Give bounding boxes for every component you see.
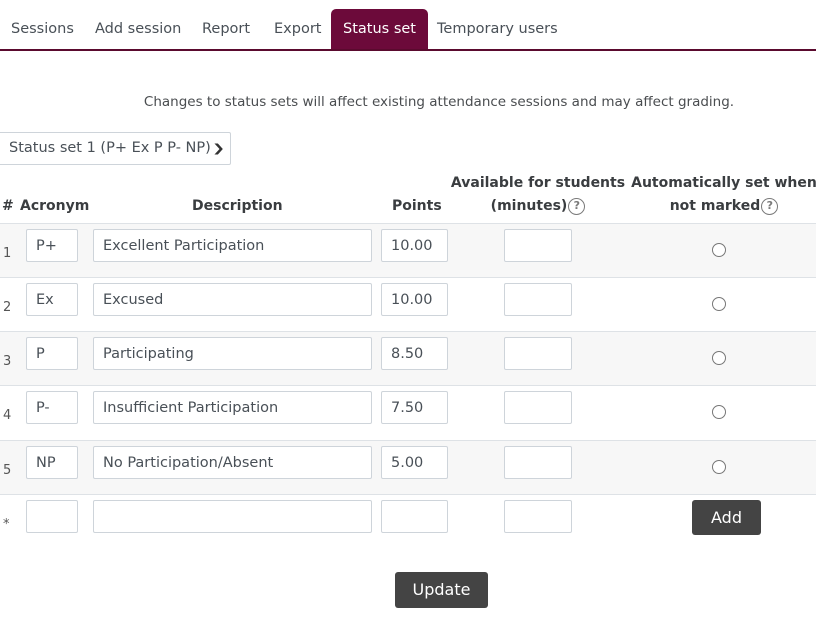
header-auto-set: Automatically set when not marked? [630, 172, 816, 218]
minutes-input[interactable] [504, 337, 572, 370]
points-input[interactable] [381, 446, 448, 479]
acronym-input[interactable] [26, 337, 78, 370]
acronym-input[interactable] [26, 229, 78, 262]
table-row: 4 [0, 385, 816, 439]
row-number: 1 [3, 246, 12, 261]
description-input[interactable] [93, 229, 372, 262]
row-number: 2 [3, 300, 12, 315]
chevron-down-icon: ❯ [211, 142, 225, 155]
add-button[interactable]: Add [692, 500, 761, 535]
description-input[interactable] [93, 391, 372, 424]
header-auto-line2: not marked [669, 198, 761, 214]
auto-set-radio[interactable] [712, 460, 726, 474]
auto-set-radio[interactable] [712, 243, 726, 257]
auto-set-radio[interactable] [712, 297, 726, 311]
status-set-select-value: Status set 1 (P+ Ex P P- NP) [9, 140, 211, 156]
minutes-input[interactable] [504, 283, 572, 316]
help-icon[interactable]: ? [568, 198, 586, 215]
tab-export[interactable]: Export [274, 9, 321, 49]
description-input[interactable] [93, 283, 372, 316]
row-number: 3 [3, 354, 12, 369]
acronym-input[interactable] [26, 391, 78, 424]
row-number: 5 [3, 463, 12, 478]
tab-bar: Sessions Add session Report Export Statu… [0, 0, 816, 51]
description-input[interactable] [93, 337, 372, 370]
table-row: 2 [0, 277, 816, 331]
notice-text: Changes to status sets will affect exist… [143, 94, 735, 110]
table-row: 5 [0, 440, 816, 494]
new-minutes-input[interactable] [504, 500, 572, 533]
row-number: 4 [3, 408, 12, 423]
description-input[interactable] [93, 446, 372, 479]
points-input[interactable] [381, 391, 448, 424]
new-acronym-input[interactable] [26, 500, 78, 533]
points-input[interactable] [381, 229, 448, 262]
table-row: 3 [0, 331, 816, 385]
tab-add-session[interactable]: Add session [95, 9, 181, 49]
tab-temporary-users[interactable]: Temporary users [437, 9, 558, 49]
auto-set-radio[interactable] [712, 405, 726, 419]
header-available: Available for students (minutes)? [440, 172, 636, 218]
minutes-input[interactable] [504, 391, 572, 424]
new-status-row: * Add [0, 494, 816, 548]
header-available-line2: (minutes) [490, 198, 568, 214]
minutes-input[interactable] [504, 446, 572, 479]
minutes-input[interactable] [504, 229, 572, 262]
points-input[interactable] [381, 337, 448, 370]
header-auto-line1: Automatically set when [631, 175, 816, 191]
header-acronym: Acronym [20, 198, 90, 214]
new-description-input[interactable] [93, 500, 372, 533]
table-row: 1 [0, 223, 816, 277]
acronym-input[interactable] [26, 283, 78, 316]
update-button[interactable]: Update [395, 572, 488, 608]
help-icon[interactable]: ? [761, 198, 779, 215]
acronym-input[interactable] [26, 446, 78, 479]
header-number: # [2, 198, 14, 214]
auto-set-radio[interactable] [712, 351, 726, 365]
status-set-select[interactable]: Status set 1 (P+ Ex P P- NP) ❯ [0, 132, 231, 165]
points-input[interactable] [381, 283, 448, 316]
header-description: Description [192, 198, 283, 214]
new-points-input[interactable] [381, 500, 448, 533]
tab-report[interactable]: Report [202, 9, 250, 49]
row-number: * [3, 517, 10, 532]
header-available-line1: Available for students [450, 175, 626, 191]
tab-status-set[interactable]: Status set [331, 9, 428, 49]
tab-sessions[interactable]: Sessions [11, 9, 74, 49]
header-points: Points [392, 198, 442, 214]
